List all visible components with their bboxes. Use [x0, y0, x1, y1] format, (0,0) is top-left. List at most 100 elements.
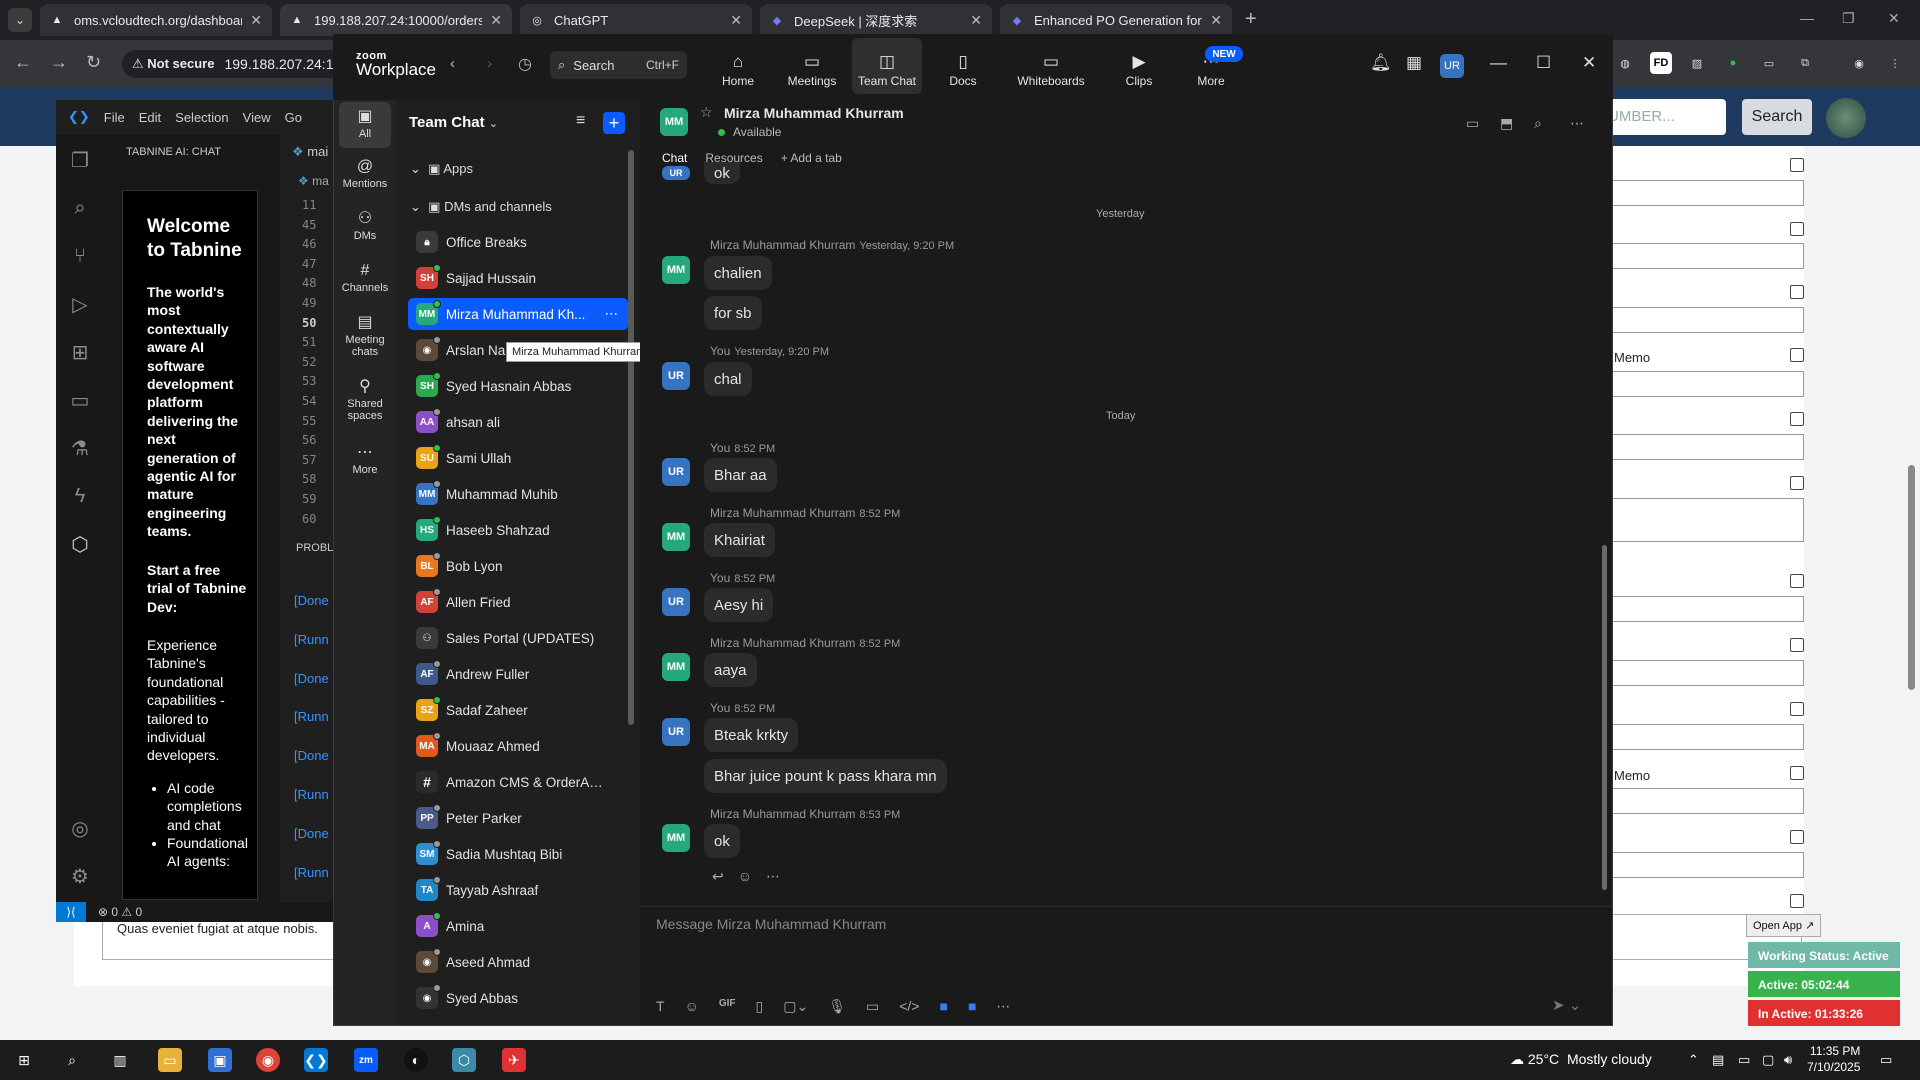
list-item-selected[interactable]: MM Mirza Muhammad Kh... ⋯: [408, 298, 628, 330]
forward-icon[interactable]: ›: [487, 55, 492, 72]
search-icon[interactable]: ⌕: [1534, 115, 1542, 132]
page-scrollbar[interactable]: [1908, 465, 1915, 690]
new-tab-button[interactable]: +: [1245, 8, 1257, 31]
back-icon[interactable]: ‹: [450, 55, 455, 72]
search-icon[interactable]: ⌕: [68, 196, 92, 220]
extension-globe-icon[interactable]: ◍: [1614, 52, 1636, 74]
rail-dms[interactable]: ⚇ DMs: [339, 208, 391, 242]
minimize-icon[interactable]: —: [1800, 10, 1814, 26]
file-icon[interactable]: ▯: [756, 998, 764, 1015]
gif-icon[interactable]: GIF: [719, 998, 736, 1015]
windows-start-icon[interactable]: ⊞: [12, 1048, 36, 1072]
problems-tab[interactable]: PROBL: [296, 542, 333, 554]
screenshot-icon[interactable]: ▢⌄: [783, 998, 808, 1015]
list-item[interactable]: TA Tayyab Ashraaf: [408, 874, 628, 906]
rail-shared-spaces[interactable]: ⚲ Shared spaces: [339, 376, 391, 422]
more-options-icon[interactable]: ⋯: [1570, 115, 1584, 132]
copy-icon[interactable]: [1790, 348, 1804, 362]
close-icon[interactable]: ✕: [1210, 12, 1222, 29]
copy-icon[interactable]: [1790, 574, 1804, 588]
maximize-icon[interactable]: ☐: [1536, 53, 1551, 73]
microphone-icon[interactable]: 🎙︎: [828, 998, 846, 1015]
message-bubble[interactable]: aaya: [704, 653, 757, 687]
menu-view[interactable]: View: [243, 110, 271, 125]
form-field[interactable]: [1612, 434, 1804, 460]
nav-team-chat[interactable]: ◫ Team Chat: [852, 38, 922, 94]
nav-clips[interactable]: ▶ Clips: [1104, 38, 1174, 94]
copy-icon[interactable]: [1790, 222, 1804, 236]
remote-explorer-icon[interactable]: ▭: [68, 388, 92, 412]
chevron-up-icon[interactable]: ⌃: [1688, 1052, 1699, 1068]
chrome-icon[interactable]: ◉: [256, 1048, 280, 1072]
testing-icon[interactable]: ⚗: [68, 436, 92, 460]
message-bubble[interactable]: ok: [704, 162, 740, 184]
more-options-icon[interactable]: ⋯: [996, 998, 1010, 1015]
close-icon[interactable]: ✕: [490, 12, 502, 29]
battery-icon[interactable]: ▭: [1738, 1052, 1750, 1068]
app-icon[interactable]: ⬡: [452, 1048, 476, 1072]
copy-icon[interactable]: [1790, 476, 1804, 490]
list-item[interactable]: 🔒︎ Office Breaks: [408, 226, 628, 258]
list-item[interactable]: SM Sadia Mushtaq Bibi: [408, 838, 628, 870]
copy-icon[interactable]: [1790, 412, 1804, 426]
extensions-icon[interactable]: ⊞: [68, 340, 92, 364]
lightning-icon[interactable]: ϟ: [68, 484, 92, 508]
more-options-icon[interactable]: ⋯: [605, 306, 619, 322]
source-control-icon[interactable]: ⑂: [68, 244, 92, 268]
forward-icon[interactable]: →: [50, 52, 68, 73]
extension-fd-icon[interactable]: FD: [1650, 52, 1672, 74]
copy-icon[interactable]: [1790, 702, 1804, 716]
extension-box-icon[interactable]: ▭: [1758, 52, 1780, 74]
format-text-icon[interactable]: T: [656, 998, 665, 1015]
emoji-react-icon[interactable]: ☺: [738, 868, 752, 885]
menu-go[interactable]: Go: [285, 110, 302, 125]
form-field[interactable]: [1612, 243, 1804, 269]
file-explorer-icon[interactable]: ▭: [158, 1048, 182, 1072]
profile-avatar-icon[interactable]: ◉: [1848, 52, 1870, 74]
list-item[interactable]: ⚇ Sales Portal (UPDATES): [408, 622, 628, 654]
tab-search-button[interactable]: ⌄: [8, 8, 32, 32]
vscode-icon[interactable]: ❮❯: [304, 1048, 328, 1072]
code-icon[interactable]: </>: [899, 998, 919, 1015]
copy-icon[interactable]: [1790, 894, 1804, 908]
editor-breadcrumb[interactable]: ❖ ma: [298, 174, 329, 188]
restore-icon[interactable]: ❐: [1842, 10, 1855, 27]
section-apps[interactable]: ⌄ ▣ Apps: [410, 161, 473, 177]
rail-all[interactable]: ▣ All: [339, 102, 391, 148]
search-icon[interactable]: ⌕: [60, 1048, 84, 1072]
menu-edit[interactable]: Edit: [139, 110, 161, 125]
star-icon[interactable]: ☆: [700, 104, 713, 121]
message-bubble[interactable]: Bhar aa: [704, 458, 777, 492]
form-field[interactable]: [1612, 852, 1804, 878]
browser-tab-1[interactable]: ▲ oms.vcloudtech.org/dashboard ✕: [40, 4, 272, 36]
browser-tab-5[interactable]: ◆ Enhanced PO Generation for M ✕: [1000, 4, 1232, 36]
message-bubble[interactable]: Bteak krkty: [704, 718, 799, 752]
not-secure-badge[interactable]: ⚠ Not secure: [132, 56, 214, 72]
extensions-puzzle-icon[interactable]: ⧉: [1794, 52, 1816, 74]
copy-icon[interactable]: [1790, 285, 1804, 299]
app-icon[interactable]: ■: [968, 998, 976, 1015]
share-screen-icon[interactable]: ⬒: [1500, 115, 1513, 132]
section-dms-channels[interactable]: ⌄ ▣ DMs and channels: [410, 199, 552, 215]
close-window-icon[interactable]: ✕: [1888, 10, 1900, 27]
app-icon[interactable]: ◐: [404, 1048, 428, 1072]
problem-counts[interactable]: ⊗ 0 ⚠ 0: [98, 905, 142, 919]
list-item[interactable]: A Amina: [408, 910, 628, 942]
nav-whiteboards[interactable]: ▭ Whiteboards: [1016, 38, 1086, 94]
editor-tab[interactable]: ❖ mai: [292, 144, 328, 160]
browser-tab-3[interactable]: ◎ ChatGPT ✕: [520, 4, 752, 36]
filter-icon[interactable]: ≡: [576, 112, 585, 130]
list-item[interactable]: AF Allen Fried: [408, 586, 628, 618]
open-app-button[interactable]: Open App ↗: [1746, 914, 1822, 937]
chat-scrollbar[interactable]: [1602, 545, 1607, 890]
account-icon[interactable]: ◎: [68, 816, 92, 840]
tabnine-icon[interactable]: ⬡: [68, 532, 92, 556]
message-bubble[interactable]: chal: [704, 362, 752, 396]
nav-docs[interactable]: ▯ Docs: [928, 38, 998, 94]
list-item[interactable]: AF Andrew Fuller: [408, 658, 628, 690]
message-bubble[interactable]: Aesy hi: [704, 588, 774, 622]
message-bubble[interactable]: Bhar juice pount k pass khara mn: [704, 759, 947, 793]
zoom-icon[interactable]: zm: [354, 1048, 378, 1072]
avatar[interactable]: MM: [660, 108, 688, 136]
form-field[interactable]: [1612, 660, 1804, 686]
